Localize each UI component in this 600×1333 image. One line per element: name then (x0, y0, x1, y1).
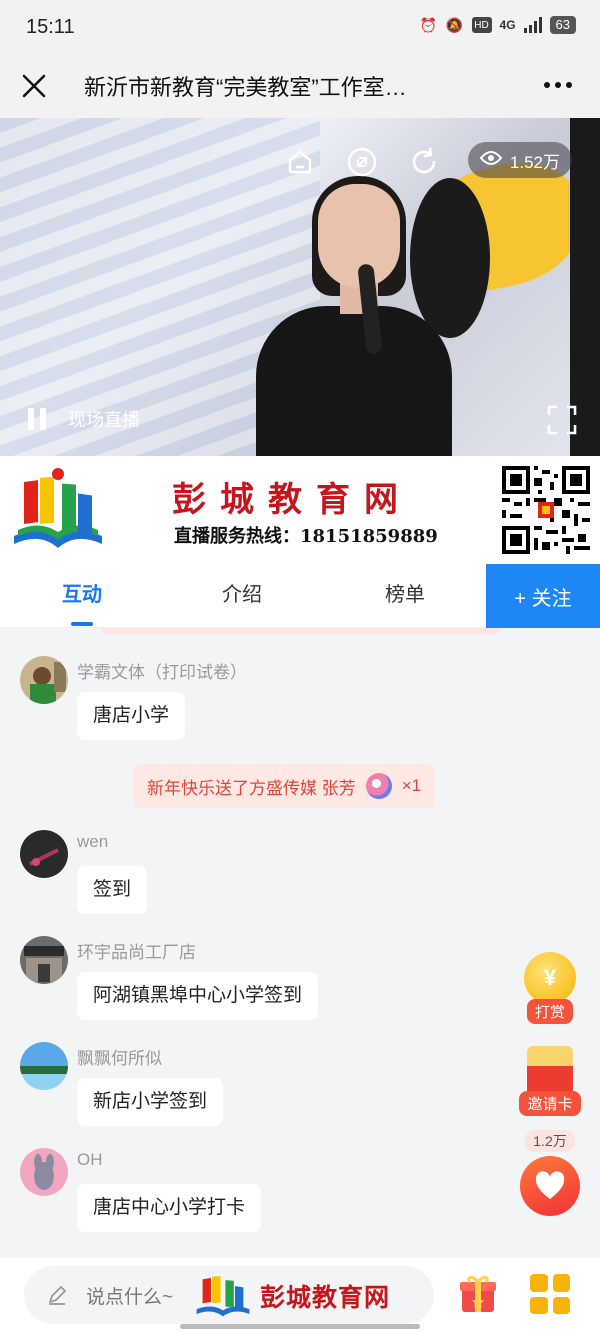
gift-count: ×1 (401, 776, 422, 795)
mute-icon: 🔕 (445, 16, 464, 33)
link-icon[interactable] (342, 142, 382, 182)
pengcheng-logo (10, 466, 106, 558)
pencil-icon (46, 1284, 68, 1306)
message-nickname: wen (77, 832, 109, 851)
envelope-icon (527, 1046, 573, 1096)
alarm-icon: ⏰ (419, 16, 438, 33)
message-nickname: 飘飘何所似 (77, 1049, 162, 1068)
status-icons: ⏰ 🔕 HD 4G 63 (420, 16, 576, 34)
lollipop-icon (365, 773, 392, 799)
gift-notice-text: 新年快乐送了方盛传媒 张芳 (147, 778, 356, 798)
page-title: 新沂市新教育“完美教室”工作室… (84, 75, 407, 100)
message-bubble: 唐店小学 (77, 692, 186, 740)
message-bubble: 签到 (77, 866, 148, 914)
banner-hotline: 直播服务热线：18151859889 (174, 526, 438, 547)
invite-card-button[interactable]: 邀请卡 (518, 1046, 582, 1116)
heart-icon (520, 1156, 580, 1216)
like-count: 1.2万 (525, 1130, 575, 1152)
tab-interaction[interactable]: 互动 (22, 564, 142, 628)
home-indicator (180, 1324, 420, 1329)
avatar[interactable] (20, 830, 68, 878)
speaker-body (256, 306, 452, 456)
view-count-badge: 1.52万 (467, 142, 572, 178)
banner-site-name: 彭城教育网 (172, 480, 412, 520)
bottom-bar: 说点什么~ 彭城教育网 (0, 1258, 600, 1333)
tab-active-indicator (71, 622, 93, 626)
signal-icon (523, 16, 542, 34)
live-label: 现场直播 (68, 410, 140, 430)
hd-icon: HD (471, 17, 492, 33)
pause-icon[interactable] (28, 408, 52, 432)
tab-introduction[interactable]: 介绍 (182, 564, 302, 628)
tab-bar: 互动 介绍 榜单 + 关注 (0, 564, 600, 628)
message-bubble: 新店小学签到 (77, 1078, 224, 1126)
network-label: 4G (499, 18, 516, 32)
avatar[interactable] (20, 936, 68, 984)
message-nickname: 学霸文体（打印试卷） (77, 663, 247, 682)
status-bar: 15:11 ⏰ 🔕 HD 4G 63 (0, 0, 600, 56)
video-player[interactable]: 1.52万 现场直播 (0, 118, 600, 456)
close-icon[interactable] (16, 68, 52, 104)
reward-button[interactable]: ¥ 打赏 (518, 952, 582, 1024)
status-time: 15:11 (26, 16, 75, 38)
sponsor-banner: 彭城教育网 直播服务热线：18151859889 (0, 456, 600, 564)
qr-code (502, 466, 590, 554)
watermark-logo (194, 1272, 252, 1320)
reward-label: 打赏 (526, 999, 573, 1024)
view-count: 1.52万 (509, 152, 560, 172)
coin-icon: ¥ (524, 952, 576, 1004)
follow-button[interactable]: + 关注 (486, 564, 600, 628)
eye-icon (479, 150, 503, 171)
avatar[interactable] (20, 1148, 68, 1196)
comment-placeholder: 说点什么~ (86, 1287, 174, 1308)
avatar[interactable] (20, 656, 68, 704)
refresh-icon[interactable] (404, 142, 444, 182)
watermark-text: 彭城教育网 (260, 1284, 391, 1312)
pinned-notice-edge (100, 628, 500, 634)
apps-grid-icon[interactable] (530, 1274, 570, 1314)
gift-box-icon[interactable] (456, 1272, 500, 1316)
message-nickname: OH (77, 1150, 103, 1169)
invite-label: 邀请卡 (519, 1091, 581, 1116)
fullscreen-icon[interactable] (546, 404, 578, 436)
message-nickname: 环宇品尚工厂店 (77, 943, 196, 962)
like-button[interactable]: 1.2万 (518, 1130, 582, 1216)
gift-notice: 新年快乐送了方盛传媒 张芳 ×1 (133, 764, 436, 808)
avatar[interactable] (20, 1042, 68, 1090)
battery-icon: 63 (549, 16, 576, 34)
comment-input[interactable]: 说点什么~ 彭城教育网 (24, 1266, 434, 1324)
message-bubble: 阿湖镇黑埠中心小学签到 (77, 972, 319, 1020)
title-bar: 新沂市新教育“完美教室”工作室… (0, 56, 600, 118)
message-bubble: 唐店中心小学打卡 (77, 1184, 262, 1232)
home-icon[interactable] (280, 142, 320, 182)
more-icon[interactable] (540, 70, 576, 100)
tab-ranking[interactable]: 榜单 (345, 564, 465, 628)
chat-list[interactable]: 学霸文体（打印试卷） 唐店小学 新年快乐送了方盛传媒 张芳 ×1 wen 签到 … (0, 628, 600, 1258)
video-background-bird (410, 178, 490, 338)
